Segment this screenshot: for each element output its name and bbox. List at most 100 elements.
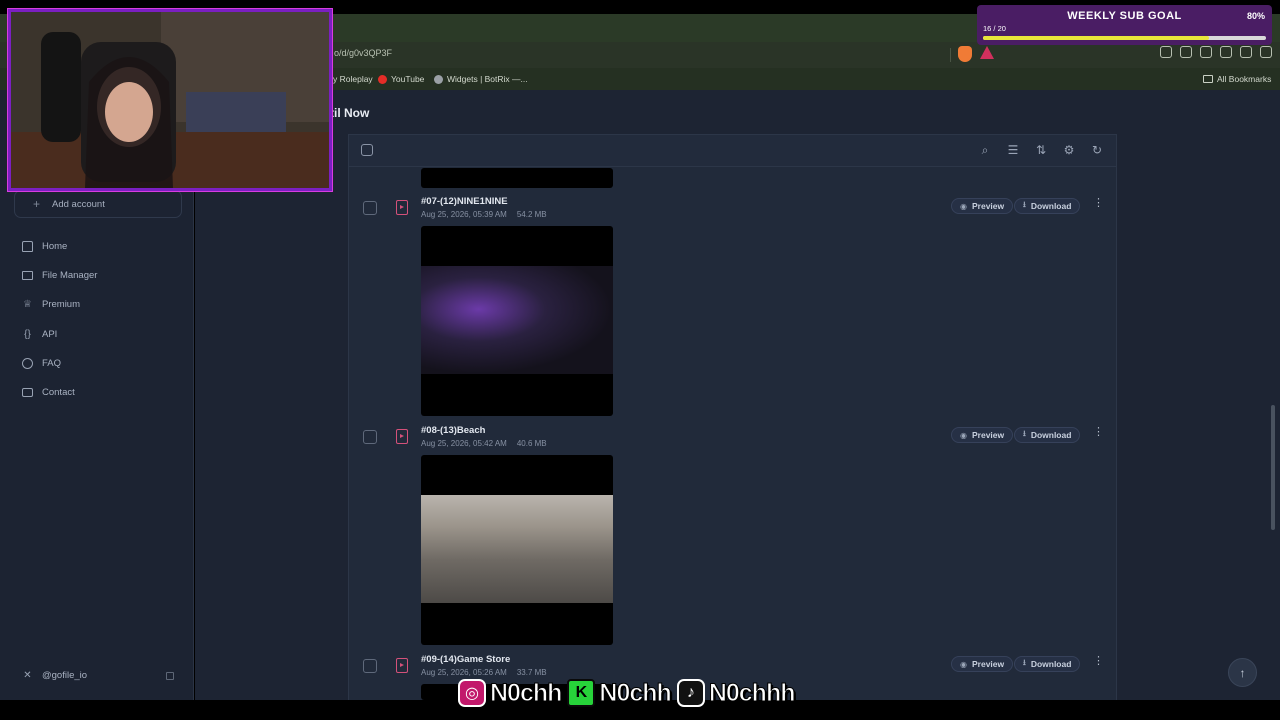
menu-icon[interactable]: [1260, 46, 1272, 58]
sidebar-item-label: API: [42, 329, 58, 340]
social-link-x[interactable]: ✕ @gofile_io: [22, 670, 87, 681]
folder-icon: [1203, 75, 1213, 83]
bookmark-label: Widgets | BotRix —...: [447, 74, 528, 84]
extensions-icon[interactable]: [1160, 46, 1172, 58]
sidebar-item-premium[interactable]: ♕ Premium: [22, 299, 80, 310]
social-handles-overlay: ◎ N0chh K N0chh ♪ N0chhh: [458, 677, 797, 709]
sidebar-item-label: Home: [42, 241, 68, 252]
leo-ai-icon[interactable]: [1220, 46, 1232, 58]
bookmark-botrix[interactable]: Widgets | BotRix —...: [434, 74, 528, 84]
row-checkbox[interactable]: [363, 430, 377, 444]
more-options-icon[interactable]: ⋮: [1093, 427, 1104, 438]
download-button[interactable]: ⭳ Download: [1014, 427, 1081, 443]
sub-goal-count: 16 / 20: [983, 24, 1006, 33]
arrow-up-icon: ↑: [1239, 665, 1246, 680]
file-size: 33.7 MB: [516, 668, 547, 677]
video-frame-nightclub: [421, 266, 613, 374]
filter-icon[interactable]: ☰: [1006, 143, 1020, 157]
sidebar-item-label: Premium: [42, 299, 81, 310]
search-icon[interactable]: ⌕: [978, 143, 992, 157]
bookmark-roleplay[interactable]: y Roleplay: [333, 74, 373, 84]
question-icon: [22, 358, 33, 369]
file-meta: Aug 25, 2026, 05:42 AM 40.6 MB: [421, 439, 547, 448]
all-bookmarks-label: All Bookmarks: [1217, 74, 1272, 84]
download-label: Download: [1030, 201, 1072, 211]
mail-icon: [22, 388, 33, 397]
file-name[interactable]: #08-(13)Beach: [421, 425, 485, 436]
external-link-icon: [166, 672, 174, 680]
file-meta: Aug 25, 2026, 05:26 AM 33.7 MB: [421, 668, 547, 677]
file-name[interactable]: #07-(12)NINE1NINE: [421, 196, 508, 207]
braces-icon: {}: [24, 329, 31, 340]
bookmark-youtube[interactable]: YouTube: [378, 74, 424, 84]
kick-handle: N0chh: [599, 678, 672, 707]
sidebar-item-api[interactable]: {} API: [22, 329, 57, 340]
webcam-scene: [11, 12, 329, 188]
sidebar-item-faq[interactable]: FAQ: [22, 358, 61, 369]
download-button[interactable]: ⭳ Download: [1014, 198, 1081, 214]
file-date: Aug 25, 2026, 05:39 AM: [421, 210, 507, 219]
plus-icon: +: [33, 197, 41, 211]
kick-icon: K: [567, 679, 596, 707]
settings-sliders-icon[interactable]: ⚙: [1062, 143, 1076, 157]
instagram-icon: ◎: [458, 679, 486, 707]
page-title: til Now: [330, 106, 370, 120]
video-frame-beach: [421, 495, 613, 603]
page-scrollbar[interactable]: [1271, 405, 1275, 530]
folder-icon: [22, 271, 33, 280]
row-checkbox[interactable]: [363, 659, 377, 673]
add-account-label: Add account: [52, 198, 105, 210]
sidebar-toggle-icon[interactable]: [1180, 46, 1192, 58]
row-checkbox[interactable]: [363, 201, 377, 215]
more-options-icon[interactable]: ⋮: [1093, 198, 1104, 209]
sidebar-item-label: FAQ: [42, 358, 62, 369]
brave-shields-icon[interactable]: [958, 46, 972, 62]
preview-button[interactable]: ◉ Preview: [951, 198, 1014, 214]
sub-goal-percent: 80%: [1246, 11, 1265, 21]
eye-icon: ◉: [960, 659, 967, 669]
video-thumbnail[interactable]: [421, 455, 613, 645]
download-label: Download: [1030, 430, 1072, 440]
more-options-icon[interactable]: ⋮: [1093, 656, 1104, 667]
preview-button[interactable]: ◉ Preview: [951, 427, 1014, 443]
refresh-icon[interactable]: ↻: [1090, 143, 1104, 157]
webcam-overlay: [8, 9, 332, 191]
sidebar-item-contact[interactable]: Contact: [22, 387, 75, 398]
x-logo-icon: ✕: [23, 670, 32, 681]
wallet-icon[interactable]: [1200, 46, 1212, 58]
bookmark-label: YouTube: [391, 74, 425, 84]
vpn-shield-icon[interactable]: [1240, 46, 1252, 58]
sub-goal-progress-fill: [983, 36, 1210, 40]
download-icon: ⭳: [1023, 200, 1026, 209]
social-label: @gofile_io: [42, 670, 88, 681]
brave-rewards-icon[interactable]: [980, 46, 994, 59]
url-divider: [950, 48, 951, 62]
sidebar-item-label: File Manager: [42, 270, 98, 281]
file-name[interactable]: #09-(14)Game Store: [421, 654, 510, 665]
browser-toolbar-icons: [1160, 46, 1272, 58]
sidebar-item-label: Contact: [42, 387, 75, 398]
crown-icon: ♕: [23, 299, 32, 310]
select-all-checkbox[interactable]: [361, 144, 373, 156]
sidebar-item-file-manager[interactable]: File Manager: [22, 270, 97, 281]
scroll-to-top-button[interactable]: ↑: [1228, 658, 1257, 687]
url-text[interactable]: o/d/g0v3QP3F: [334, 48, 392, 58]
sidebar-item-home[interactable]: Home: [22, 241, 67, 252]
bookmark-label: y Roleplay: [333, 74, 373, 84]
video-file-icon: [396, 429, 408, 444]
download-button[interactable]: ⭳ Download: [1014, 656, 1081, 672]
tiktok-handle: N0chhh: [708, 678, 796, 707]
video-file-icon: [396, 658, 408, 673]
sort-icon[interactable]: ⇅: [1034, 143, 1048, 157]
video-thumbnail[interactable]: [421, 226, 613, 416]
preview-button[interactable]: ◉ Preview: [951, 656, 1014, 672]
video-thumbnail[interactable]: [421, 168, 613, 188]
file-size: 54.2 MB: [516, 210, 547, 219]
download-icon: ⭳: [1023, 429, 1026, 438]
preview-label: Preview: [971, 659, 1005, 669]
add-account-button[interactable]: + Add account: [14, 190, 182, 218]
eye-icon: ◉: [960, 430, 967, 440]
download-icon: ⭳: [1023, 658, 1026, 667]
file-date: Aug 25, 2026, 05:42 AM: [421, 439, 507, 448]
all-bookmarks[interactable]: All Bookmarks: [1203, 74, 1271, 84]
